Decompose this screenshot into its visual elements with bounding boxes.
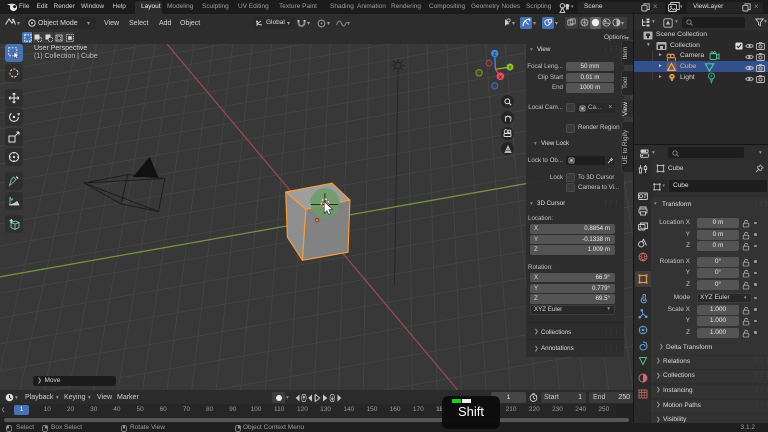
svg-text:Z: Z: [493, 51, 496, 57]
